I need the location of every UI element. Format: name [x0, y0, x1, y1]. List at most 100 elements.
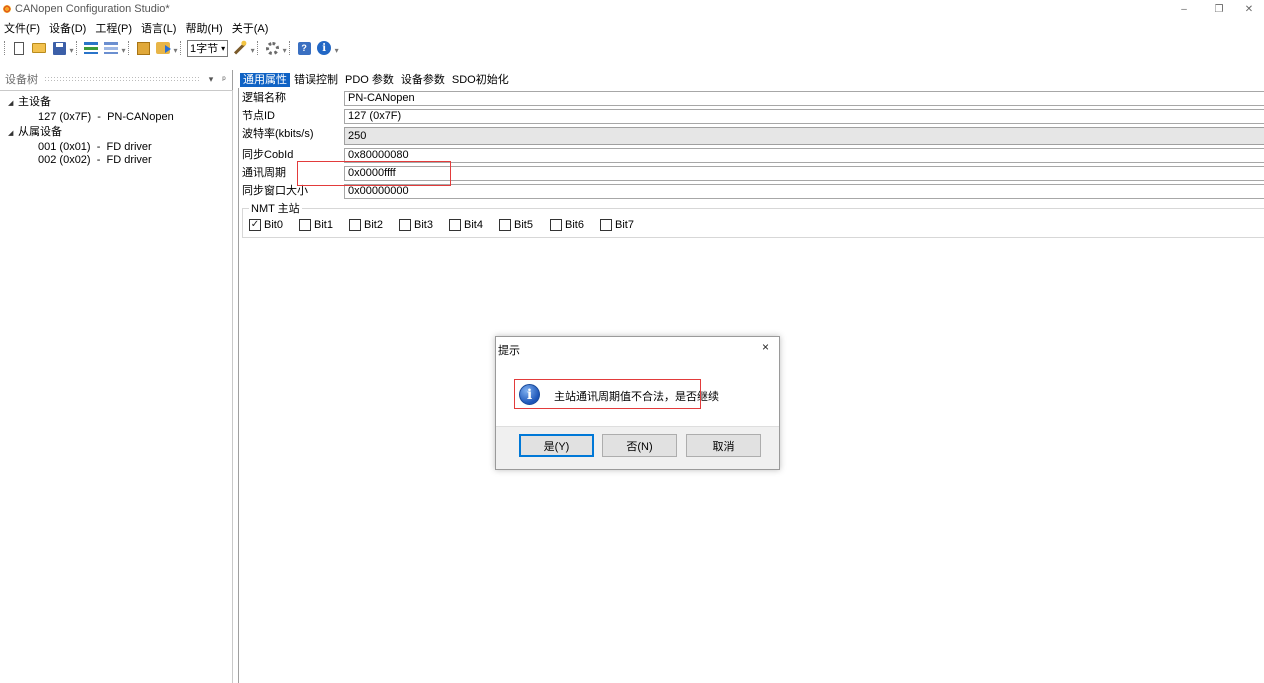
menu-bar: 文件(F) 设备(D) 工程(P) 语言(L) 帮助(H) 关于(A): [0, 19, 273, 36]
window-title: CANopen Configuration Studio*: [15, 3, 170, 15]
settings-button[interactable]: [264, 40, 280, 56]
panel-drag-handle[interactable]: [44, 76, 200, 82]
tab-error-control[interactable]: 错误控制: [291, 73, 341, 87]
menu-device[interactable]: 设备(D): [45, 20, 91, 36]
sync-cobid-label: 同步CobId: [242, 149, 294, 161]
nmt-bit1-checkbox[interactable]: Bit1: [299, 218, 333, 231]
pin-icon[interactable]: ᵖ: [219, 74, 229, 84]
baudrate-select[interactable]: 250: [344, 127, 1264, 145]
checkbox-label: Bit7: [615, 218, 634, 231]
toolbar-overflow[interactable]: ▾: [121, 41, 126, 55]
menu-project[interactable]: 工程(P): [91, 20, 137, 36]
toolbar-grip[interactable]: [128, 41, 131, 55]
nmt-bit0-checkbox[interactable]: ✓ Bit0: [249, 218, 283, 231]
toolbar-overflow[interactable]: ▾: [282, 41, 287, 55]
wand-icon: [234, 41, 247, 55]
logical-name-field[interactable]: PN-CANopen: [344, 91, 1264, 106]
cancel-button[interactable]: 取消: [686, 434, 761, 457]
close-window-button[interactable]: ✕: [1234, 0, 1264, 18]
tree-node-slave-1[interactable]: 001 (0x01) - FD driver: [38, 141, 152, 154]
device-tree-header: 设备树 ▾ ᵖ: [0, 70, 232, 88]
tree-node-label: 127 (0x7F) - PN-CANopen: [38, 111, 174, 123]
menu-about[interactable]: 关于(A): [228, 20, 274, 36]
tab-pdo-params[interactable]: PDO 参数: [342, 73, 397, 87]
nmt-bit4-checkbox[interactable]: Bit4: [449, 218, 483, 231]
export-button[interactable]: [155, 40, 171, 56]
toolbar-overflow[interactable]: ▾: [334, 41, 339, 55]
info-icon: i: [317, 41, 332, 55]
restore-button[interactable]: ❐: [1201, 0, 1237, 18]
nmt-bit2-checkbox[interactable]: Bit2: [349, 218, 383, 231]
toolbar-grip[interactable]: [180, 41, 183, 55]
sync-cobid-field[interactable]: 0x80000080: [344, 148, 1264, 163]
minimize-button[interactable]: –: [1166, 0, 1202, 18]
nmt-bit3-checkbox[interactable]: Bit3: [399, 218, 433, 231]
tree-node-label: 002 (0x02) - FD driver: [38, 154, 152, 166]
wand-button[interactable]: [232, 40, 248, 56]
node-id-field[interactable]: 127 (0x7F): [344, 109, 1264, 124]
toolbar-grip[interactable]: [76, 41, 79, 55]
book-button[interactable]: [135, 40, 151, 56]
tree-node-slave-2[interactable]: 002 (0x02) - FD driver: [38, 154, 152, 167]
menu-help[interactable]: 帮助(H): [181, 20, 227, 36]
checkbox-label: Bit6: [565, 218, 584, 231]
tree-node-master[interactable]: ◢ 主设备: [8, 96, 51, 109]
tab-general[interactable]: 通用属性: [240, 73, 290, 87]
toolbar-grip[interactable]: [257, 41, 260, 55]
tree-node-master-device[interactable]: 127 (0x7F) - PN-CANopen: [38, 111, 174, 124]
open-button[interactable]: [31, 40, 47, 56]
tab-sdo-init[interactable]: SDO初始化: [449, 73, 512, 87]
tree-expand-icon[interactable]: ◢: [8, 97, 18, 110]
nmt-master-title: NMT 主站: [249, 203, 302, 215]
comm-period-field[interactable]: 0x0000ffff: [344, 166, 1264, 181]
baudrate-value: 250: [348, 130, 367, 142]
nmt-bit5-checkbox[interactable]: Bit5: [499, 218, 533, 231]
app-logo-icon: [2, 4, 12, 14]
toolbar: ▾ ▾ ▾ 1字节 ▾ ▾ ▾ ? i ▾: [0, 37, 1264, 59]
checkbox-icon: [550, 218, 562, 231]
nmt-bit7-checkbox[interactable]: Bit7: [600, 218, 634, 231]
toolbar-grip[interactable]: [289, 41, 292, 55]
help-button[interactable]: ?: [296, 40, 312, 56]
yes-button[interactable]: 是(Y): [519, 434, 594, 457]
checkbox-label: Bit1: [314, 218, 333, 231]
sync-window-label: 同步窗口大小: [242, 185, 308, 197]
toolbar-overflow[interactable]: ▾: [173, 41, 178, 55]
new-file-button[interactable]: [11, 40, 27, 56]
byte-size-select[interactable]: 1字节 ▾: [187, 39, 229, 57]
highlight-frame: [514, 379, 701, 409]
open-folder-icon: [32, 43, 46, 53]
tab-device-params[interactable]: 设备参数: [398, 73, 448, 87]
byte-size-value: 1字节: [190, 43, 219, 55]
checkbox-label: Bit5: [514, 218, 533, 231]
dialog-title: 提示: [498, 345, 520, 357]
tree-add-icon: [84, 42, 98, 54]
toolbar-overflow[interactable]: ▾: [250, 41, 255, 55]
checkbox-label: Bit4: [464, 218, 483, 231]
checkbox-label: Bit2: [364, 218, 383, 231]
add-device-button[interactable]: [83, 40, 99, 56]
menu-file[interactable]: 文件(F): [0, 20, 45, 36]
nmt-master-group: [242, 208, 1264, 238]
no-button[interactable]: 否(N): [602, 434, 677, 457]
nmt-bit6-checkbox[interactable]: Bit6: [550, 218, 584, 231]
save-button[interactable]: [51, 40, 67, 56]
tree-remove-icon: [104, 42, 118, 54]
sync-window-field[interactable]: 0x00000000: [344, 184, 1264, 199]
dialog-close-icon[interactable]: ×: [762, 340, 769, 354]
panel-menu-chevron-icon[interactable]: ▾: [206, 74, 216, 85]
checkbox-checked-icon: ✓: [249, 218, 261, 231]
help-icon: ?: [297, 41, 311, 55]
tree-node-slaves[interactable]: ◢ 从属设备: [8, 126, 62, 139]
checkbox-label: Bit0: [264, 218, 283, 231]
info-button[interactable]: i: [316, 40, 332, 56]
checkbox-icon: [349, 218, 361, 231]
comm-period-label: 通讯周期: [242, 167, 286, 179]
toolbar-grip[interactable]: [4, 41, 7, 55]
book-icon: [136, 41, 150, 55]
tree-expand-icon[interactable]: ◢: [8, 127, 18, 140]
toolbar-overflow[interactable]: ▾: [69, 41, 74, 55]
menu-language[interactable]: 语言(L): [137, 20, 181, 36]
remove-device-button[interactable]: [103, 40, 119, 56]
chevron-down-icon: ▾: [221, 43, 226, 53]
